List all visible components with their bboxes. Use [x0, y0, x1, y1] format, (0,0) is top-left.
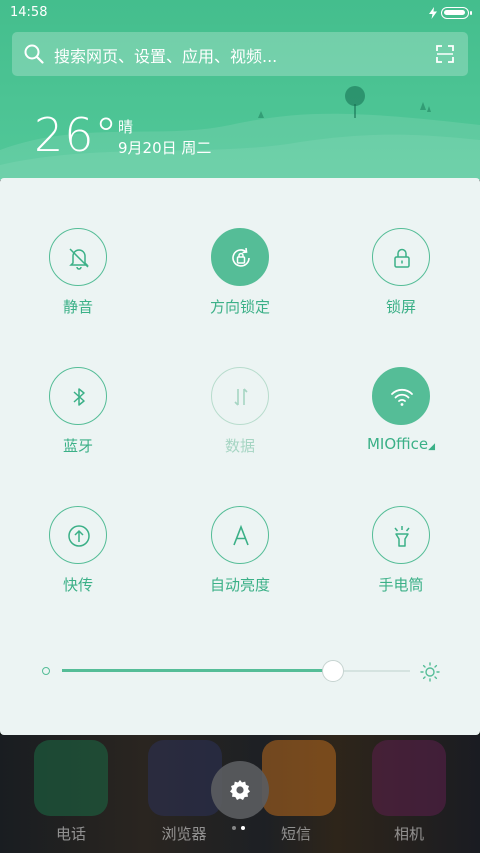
- wifi-network-name: MIOffice: [366, 435, 429, 453]
- settings-button[interactable]: [211, 761, 269, 819]
- letter-a-icon: [233, 524, 249, 546]
- toggle-label: MIOffice◢: [341, 435, 461, 453]
- toggle-flashlight[interactable]: 手电筒: [341, 506, 461, 616]
- toggle-label: 快传: [62, 576, 93, 594]
- toggle-label: 方向锁定: [209, 298, 270, 316]
- brightness-low-icon: [42, 667, 50, 675]
- battery-icon: [441, 7, 472, 19]
- data-arrows-icon: [234, 388, 248, 406]
- toggle-label: 锁屏: [385, 298, 416, 316]
- dock-label-camera: 相机: [393, 825, 424, 843]
- dock-label-message: 短信: [280, 825, 311, 843]
- brightness-high-icon: [420, 662, 440, 682]
- slider-knob[interactable]: [322, 660, 345, 682]
- toggle-circle: [211, 228, 269, 286]
- rotation-lock-icon: [232, 247, 250, 267]
- flashlight-icon: [394, 526, 410, 547]
- toggle-circle: [49, 506, 107, 564]
- bluetooth-icon: [73, 388, 85, 406]
- toggle-label: 自动亮度: [209, 576, 270, 594]
- toggle-circle: [49, 228, 107, 286]
- browser-app-icon[interactable]: [148, 740, 222, 816]
- toggle-wifi[interactable]: MIOffice◢: [341, 367, 461, 477]
- toggle-label: 手电筒: [378, 576, 424, 594]
- toggle-quick-transfer[interactable]: 快传: [18, 506, 138, 616]
- toggle-lock-screen[interactable]: 锁屏: [341, 228, 461, 338]
- date-label: 9月20日 周二: [118, 139, 212, 157]
- lock-icon: [394, 248, 410, 268]
- toggle-circle: [211, 367, 269, 425]
- message-app-icon[interactable]: [262, 740, 336, 816]
- camera-app-icon[interactable]: [372, 740, 446, 816]
- toggle-bluetooth[interactable]: 蓝牙: [18, 367, 138, 477]
- phone-app-icon[interactable]: [34, 740, 108, 816]
- search-icon: [24, 44, 44, 64]
- toggle-data[interactable]: 数据: [180, 367, 300, 477]
- page-dot: [232, 826, 236, 830]
- toggle-label: 蓝牙: [62, 437, 93, 455]
- gear-icon: [230, 780, 250, 800]
- toggle-label: 数据: [224, 437, 255, 455]
- scan-icon[interactable]: [436, 45, 454, 63]
- search-bar[interactable]: 搜索网页、设置、应用、视频...: [12, 32, 468, 76]
- toggle-label: 静音: [62, 298, 93, 316]
- toggle-mute[interactable]: 静音: [18, 228, 138, 338]
- dock-label-phone: 电话: [55, 825, 86, 843]
- search-placeholder: 搜索网页、设置、应用、视频...: [54, 47, 278, 66]
- temperature: 26°: [34, 108, 119, 162]
- toggle-rotation-lock[interactable]: 方向锁定: [180, 228, 300, 338]
- page-indicator: [232, 826, 250, 832]
- weather-condition: 晴: [118, 118, 134, 136]
- status-time: 14:58: [10, 5, 48, 20]
- page-dot-active: [241, 826, 245, 830]
- toggle-circle: [211, 506, 269, 564]
- status-bar: 14:58: [0, 0, 480, 28]
- wifi-icon: [391, 388, 413, 406]
- toggle-circle: [372, 506, 430, 564]
- upload-icon: [68, 525, 90, 547]
- quick-settings-panel: 静音 方向锁定 锁屏 蓝牙 数据 MIOffice◢ 快传 自动亮度 手电筒: [0, 178, 480, 735]
- bell-off-icon: [69, 248, 89, 270]
- toggle-circle: [49, 367, 107, 425]
- charging-icon: [429, 7, 437, 19]
- weather-header: 14:58 搜索网页、设置、应用、视频... 26° 晴 9月20日 周二: [0, 0, 480, 180]
- dock-label-browser: 浏览器: [161, 825, 207, 843]
- brightness-slider[interactable]: [42, 660, 442, 684]
- slider-fill: [62, 669, 334, 672]
- expand-triangle-icon[interactable]: ◢: [428, 442, 435, 452]
- toggle-circle: [372, 228, 430, 286]
- toggle-circle: [372, 367, 430, 425]
- toggle-auto-brightness[interactable]: 自动亮度: [180, 506, 300, 616]
